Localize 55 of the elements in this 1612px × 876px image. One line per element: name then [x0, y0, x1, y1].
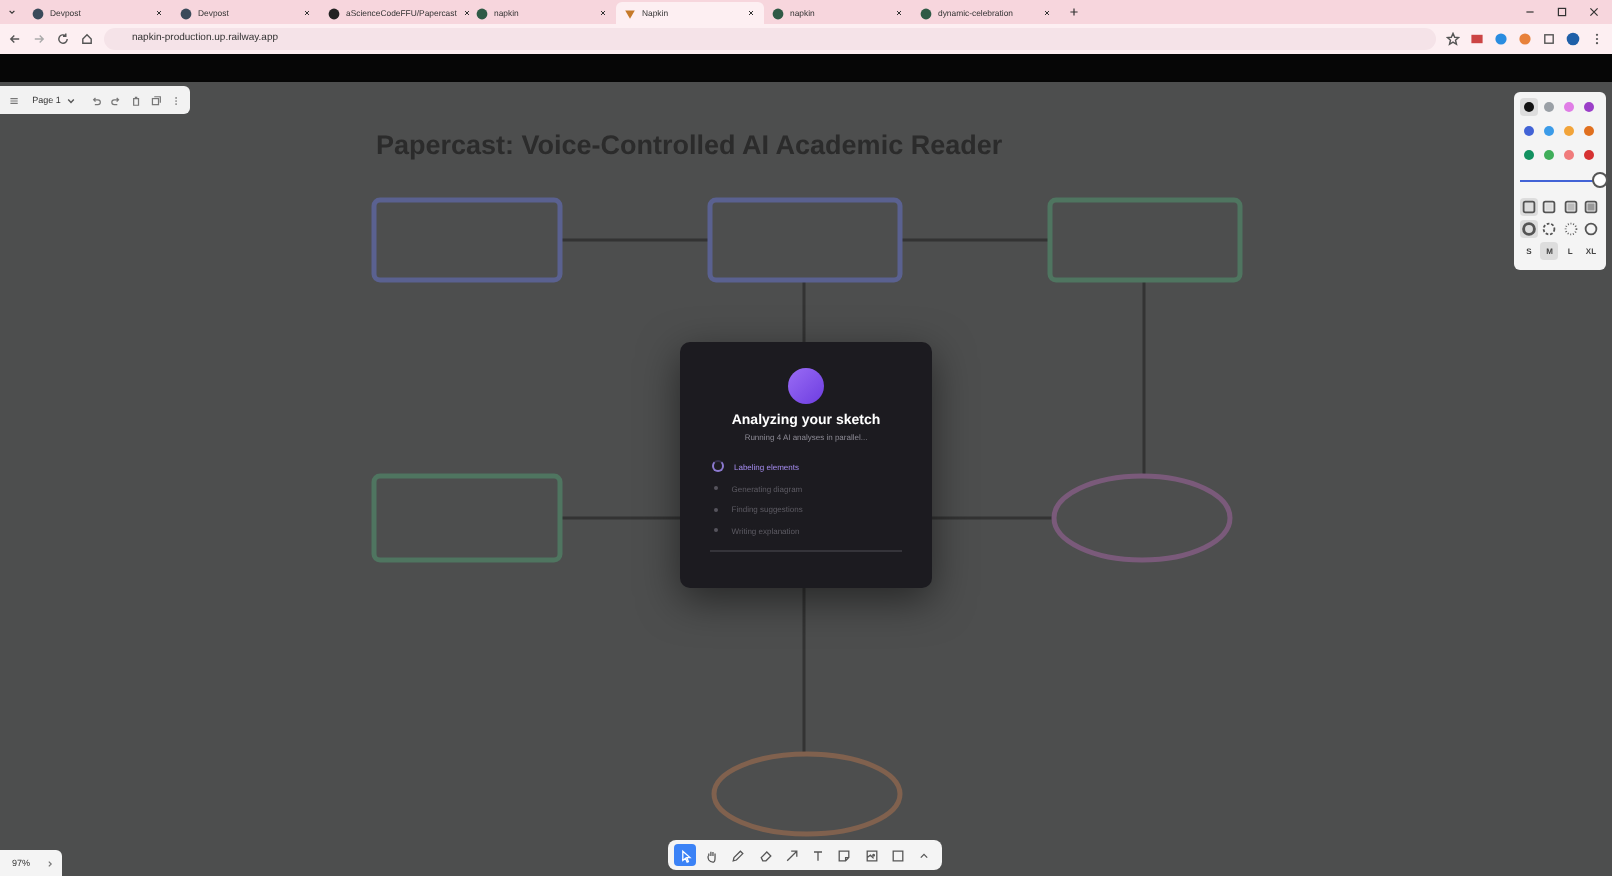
menu-icon[interactable] — [1590, 32, 1604, 46]
color-swatch[interactable] — [1560, 146, 1578, 164]
color-swatch[interactable] — [1540, 146, 1558, 164]
fill-style-option[interactable] — [1520, 198, 1538, 216]
cursor-icon[interactable] — [674, 844, 697, 866]
color-swatch[interactable] — [1540, 98, 1558, 116]
stroke-style-option[interactable] — [1561, 220, 1580, 238]
stroke-style-option[interactable] — [1540, 220, 1559, 238]
home-icon[interactable] — [80, 32, 94, 46]
copy-icon[interactable] — [149, 93, 162, 107]
trash-icon[interactable] — [129, 93, 142, 107]
close-icon[interactable] — [894, 8, 904, 18]
close-icon[interactable] — [1588, 6, 1600, 18]
back-icon[interactable] — [8, 32, 22, 46]
close-icon[interactable] — [154, 8, 164, 18]
favicon-icon — [772, 7, 784, 19]
reload-icon[interactable] — [56, 32, 70, 46]
close-icon[interactable] — [462, 8, 473, 18]
progress-orb-icon — [788, 368, 824, 404]
favicon-icon — [32, 7, 44, 19]
minimize-icon[interactable] — [1524, 6, 1536, 18]
favicon-icon — [920, 7, 932, 19]
pencil-icon[interactable] — [727, 844, 750, 866]
color-swatch[interactable] — [1580, 122, 1598, 140]
stroke-style-option[interactable] — [1520, 220, 1538, 238]
fill-style-option[interactable] — [1581, 198, 1600, 216]
color-swatch[interactable] — [1520, 146, 1538, 164]
fill-style-option[interactable] — [1561, 198, 1580, 216]
undo-icon[interactable] — [89, 93, 102, 107]
favicon-icon — [180, 7, 192, 19]
close-icon[interactable] — [746, 8, 756, 18]
color-swatch[interactable] — [1580, 146, 1598, 164]
star-icon[interactable] — [1446, 32, 1460, 46]
chevron-down-icon[interactable] — [63, 93, 78, 107]
color-swatch[interactable] — [1520, 122, 1538, 140]
color-swatch[interactable] — [1580, 98, 1598, 116]
menu-icon[interactable] — [8, 93, 21, 107]
stroke-style-option[interactable] — [1581, 220, 1600, 238]
fill-style-option[interactable] — [1540, 198, 1559, 216]
favicon-icon — [328, 7, 340, 19]
new-tab-icon[interactable] — [1068, 6, 1080, 18]
chevron-right-icon[interactable] — [44, 857, 56, 869]
color-swatch[interactable] — [1560, 98, 1578, 116]
close-icon[interactable] — [1042, 8, 1052, 18]
color-swatch[interactable] — [1540, 122, 1558, 140]
avatar-icon[interactable] — [1566, 32, 1580, 46]
color-swatch[interactable] — [1520, 98, 1538, 116]
chevron-down-icon[interactable] — [6, 6, 18, 18]
maximize-icon[interactable] — [1556, 6, 1568, 18]
close-icon[interactable] — [302, 8, 312, 18]
close-icon[interactable] — [598, 8, 608, 18]
color-swatch[interactable] — [1560, 122, 1578, 140]
redo-icon[interactable] — [109, 93, 122, 107]
favicon-icon — [476, 7, 488, 19]
favicon-icon — [624, 7, 636, 19]
